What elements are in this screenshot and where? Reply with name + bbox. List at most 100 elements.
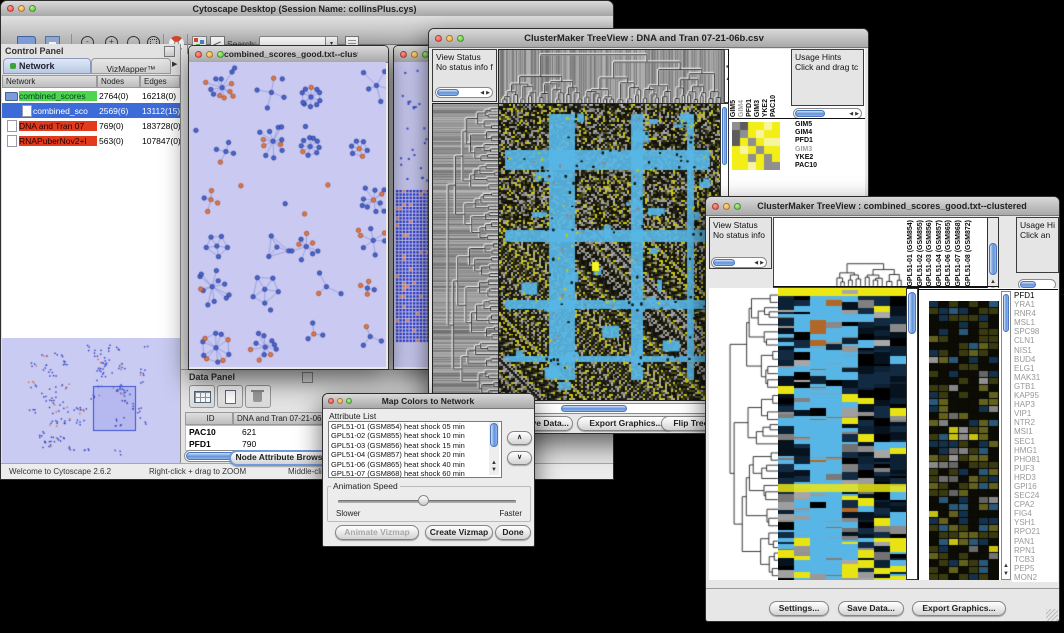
data-row-value[interactable]: 790 xyxy=(242,439,256,449)
gene-list-item[interactable]: VIP1 xyxy=(1012,409,1058,418)
data-panel-float-icon[interactable] xyxy=(302,372,313,383)
scrollbar-thumb[interactable] xyxy=(561,405,627,412)
new-attr-button[interactable] xyxy=(217,385,243,408)
tab-overflow-arrow[interactable]: ▶ xyxy=(172,60,177,68)
minimize-icon[interactable] xyxy=(18,5,25,12)
column-label[interactable]: GPL51-03 (GSM856) xyxy=(926,220,936,287)
column-label[interactable]: PAC10 xyxy=(770,95,778,117)
tv2-status-hscrollbar[interactable]: ◀▶ xyxy=(711,257,767,268)
column-label[interactable]: GPL51-04 (GSM857) xyxy=(936,220,946,287)
tab-vizmapper[interactable]: VizMapper™ xyxy=(91,58,171,74)
tv1-selected-submatrix[interactable] xyxy=(732,122,780,170)
gene-list-item[interactable]: FIG4 xyxy=(1012,509,1058,518)
animate-vizmap-button[interactable]: Animate Vizmap xyxy=(335,525,419,540)
attribute-list-item[interactable]: GPL51-06 (GSM865) heat shock 40 min xyxy=(329,460,501,469)
gene-list-item[interactable]: PHO81 xyxy=(1012,455,1058,464)
treeview2-titlebar[interactable]: ClusterMaker TreeView : combined_scores_… xyxy=(706,197,1059,216)
move-up-button[interactable]: ∧ xyxy=(507,431,532,445)
gene-list-item[interactable]: SEC1 xyxy=(1012,437,1058,446)
close-icon[interactable] xyxy=(7,5,14,12)
data-row-value[interactable]: 621 xyxy=(242,427,256,437)
tv2-save-data-button[interactable]: Save Data... xyxy=(838,601,904,616)
close-icon[interactable] xyxy=(435,35,442,42)
gene-list-item[interactable]: PEP5 xyxy=(1012,564,1058,573)
tv1-row-labels[interactable]: GIM5GIM4PFD1GIM3YKE2PAC10 xyxy=(793,121,863,173)
column-label[interactable]: GPL51-08 (GSM872) xyxy=(965,220,975,287)
treeview1-titlebar[interactable]: ClusterMaker TreeView : DNA and Tran 07-… xyxy=(429,29,868,48)
column-label[interactable]: GPL51-01 (GSM854) xyxy=(907,220,917,287)
speed-slider-thumb[interactable] xyxy=(418,495,429,506)
tv2-settings-button[interactable]: Settings... xyxy=(769,601,829,616)
table-row[interactable]: RNAPuberNov2+I 563(0) 107847(0) xyxy=(2,133,180,148)
network-canvas[interactable] xyxy=(189,62,386,367)
minimize-icon[interactable] xyxy=(337,398,343,404)
scrollbar-thumb[interactable] xyxy=(490,423,498,447)
close-icon[interactable] xyxy=(400,51,407,58)
tv1-status-hscrollbar[interactable]: ◀▶ xyxy=(435,87,493,98)
attribute-list-item[interactable]: GPL51-07 (GSM868) heat shock 60 min xyxy=(329,469,501,478)
gene-list-item[interactable]: YSH1 xyxy=(1012,518,1058,527)
gene-list-item[interactable]: RPO21 xyxy=(1012,527,1058,536)
scrollbar-thumb[interactable] xyxy=(437,89,459,96)
gene-list-item[interactable]: PUF3 xyxy=(1012,464,1058,473)
tv1-row-dendrogram[interactable] xyxy=(432,103,499,401)
gene-list-item[interactable]: CPA2 xyxy=(1012,500,1058,509)
gene-list-item[interactable]: ELG1 xyxy=(1012,364,1058,373)
table-row-selected[interactable]: combined_sco 2569(6) 13112(15) xyxy=(2,103,180,118)
column-label[interactable]: GIM4 xyxy=(738,100,746,117)
tv1-column-labels[interactable]: GIM5GIM4PFD1GIM3YKE2PAC10 xyxy=(730,49,780,117)
minimize-icon[interactable] xyxy=(446,35,453,42)
attribute-list-item[interactable]: GPL51-04 (GSM857) heat shock 20 min xyxy=(329,450,501,459)
gene-list-item[interactable]: GPI16 xyxy=(1012,482,1058,491)
minimize-icon[interactable] xyxy=(723,203,730,210)
column-label[interactable]: GIM5 xyxy=(730,100,738,117)
network-overview-thumbnail[interactable] xyxy=(2,338,180,463)
scrollbar-thumb[interactable] xyxy=(1020,281,1036,288)
col-header-network[interactable]: Network xyxy=(2,75,97,88)
close-icon[interactable] xyxy=(195,51,202,58)
tv2-selected-heatmap[interactable] xyxy=(929,301,999,580)
attribute-list-item[interactable]: GPL51-02 (GSM855) heat shock 10 min xyxy=(329,431,501,440)
gene-list-item[interactable]: KAP95 xyxy=(1012,391,1058,400)
gene-list-item[interactable]: HMG1 xyxy=(1012,446,1058,455)
gene-list-item[interactable]: NIS1 xyxy=(1012,346,1058,355)
gene-list-item[interactable]: HRD3 xyxy=(1012,473,1058,482)
gene-list-item[interactable]: SEC24 xyxy=(1012,491,1058,500)
gene-list-item[interactable]: BUD4 xyxy=(1012,355,1058,364)
zoom-window-icon[interactable] xyxy=(29,5,36,12)
zoom-window-icon[interactable] xyxy=(457,35,464,42)
gene-list-item[interactable]: MON2 xyxy=(1012,573,1058,582)
close-icon[interactable] xyxy=(328,398,334,404)
tv2-gene-vscrollbar[interactable]: ▲▼ xyxy=(1001,291,1011,580)
row-label[interactable]: GIM4 xyxy=(793,129,863,137)
main-titlebar[interactable]: Cytoscape Desktop (Session Name: collins… xyxy=(1,1,613,17)
tv2-gene-list[interactable]: PFD1YRA1RNR4MSL1SPC98CLN1NIS1BUD4ELG1MAK… xyxy=(1012,291,1058,582)
minimize-icon[interactable] xyxy=(206,51,213,58)
attribute-listbox[interactable]: GPL51-01 (GSM854) heat shock 05 minGPL51… xyxy=(328,421,502,478)
data-row-id[interactable]: PAC10 xyxy=(189,427,216,437)
scrollbar-thumb[interactable] xyxy=(713,259,735,266)
row-label[interactable]: PAC10 xyxy=(793,162,863,170)
gene-list-item[interactable]: MAK31 xyxy=(1012,373,1058,382)
minimize-icon[interactable] xyxy=(411,51,418,58)
row-label[interactable]: YKE2 xyxy=(793,154,863,162)
gene-list-item[interactable]: YRA1 xyxy=(1012,300,1058,309)
column-label[interactable]: GPL51-07 (GSM868) xyxy=(955,220,965,287)
network-a-titlebar[interactable]: combined_scores_good.txt--cluste... xyxy=(189,46,388,63)
row-label[interactable]: PFD1 xyxy=(793,137,863,145)
attribute-list-scrollbar[interactable]: ▲▼ xyxy=(489,422,499,475)
gene-list-item[interactable]: TCB3 xyxy=(1012,555,1058,564)
scrollbar-thumb[interactable] xyxy=(908,292,916,334)
attribute-list-item[interactable]: GPL51-03 (GSM856) heat shock 15 min xyxy=(329,441,501,450)
zoom-window-icon[interactable] xyxy=(217,51,224,58)
tv2-column-labels[interactable]: GPL51-01 (GSM854)GPL51-02 (GSM855)GPL51-… xyxy=(907,217,987,288)
tv2-heatmap[interactable] xyxy=(778,288,906,580)
scrollbar-thumb[interactable] xyxy=(989,243,997,275)
gene-list-item[interactable]: SPC98 xyxy=(1012,327,1058,336)
tab-network[interactable]: Network xyxy=(3,58,91,74)
tv2-export-graphics-button[interactable]: Export Graphics... xyxy=(912,601,1006,616)
gene-list-item[interactable]: CLN1 xyxy=(1012,336,1058,345)
gene-list-item[interactable]: NTR2 xyxy=(1012,418,1058,427)
tv2-column-dendrogram[interactable] xyxy=(773,217,908,288)
scrollbar-thumb[interactable] xyxy=(1003,294,1009,332)
